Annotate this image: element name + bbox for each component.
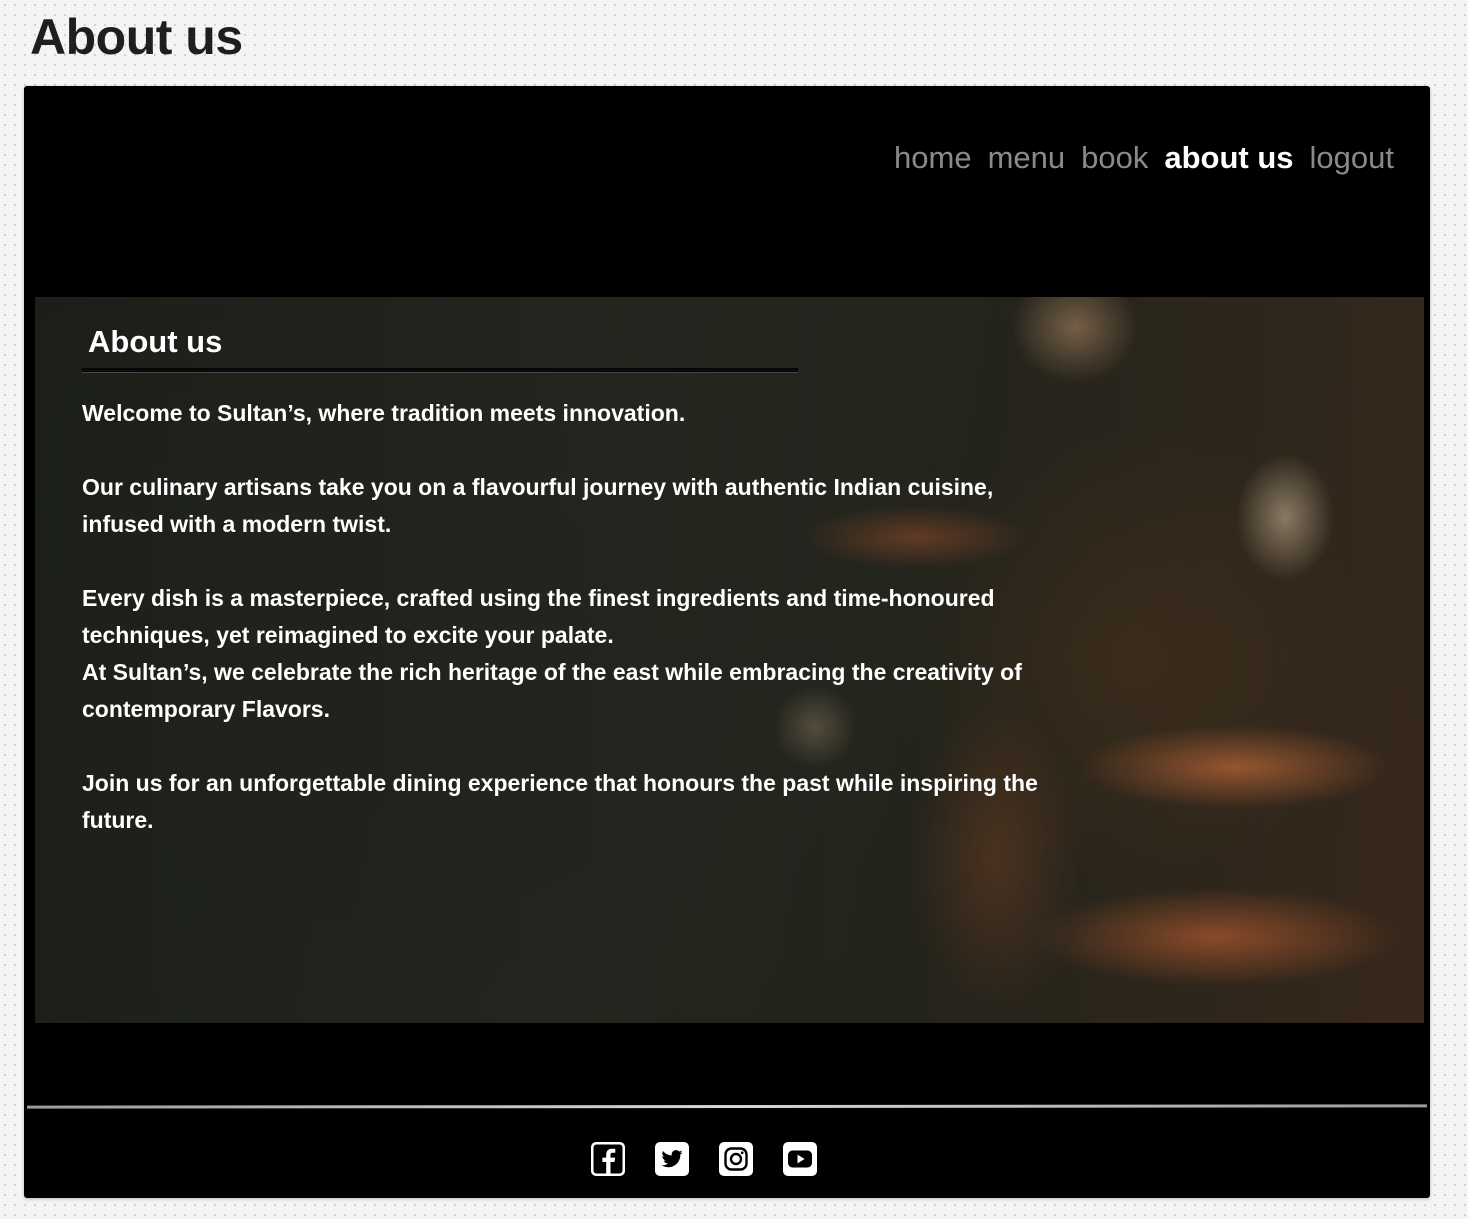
nav-book-link[interactable]: book <box>1081 138 1148 178</box>
about-join-line-1: Join us for an unforgettable dining expe… <box>82 770 1038 796</box>
nav-home-link[interactable]: home <box>894 138 972 178</box>
about-hero-section: About us Welcome to Sultan’s, where trad… <box>35 297 1424 1023</box>
about-heritage-line-1: At Sultan’s, we celebrate the rich herit… <box>82 659 1022 685</box>
about-journey-line-1: Our culinary artisans take you on a flav… <box>82 474 994 500</box>
nav-logout-link[interactable]: logout <box>1310 138 1394 178</box>
nav-about-us-link[interactable]: about us <box>1164 138 1293 178</box>
facebook-icon[interactable] <box>590 1141 626 1177</box>
website-frame: home menu book about us logout About us … <box>24 86 1430 1198</box>
frame-title: About us <box>30 9 243 65</box>
about-join-line-2: future. <box>82 807 154 833</box>
about-content: About us Welcome to Sultan’s, where trad… <box>82 321 1102 839</box>
youtube-icon[interactable] <box>782 1141 818 1177</box>
social-links <box>590 1141 818 1177</box>
about-masterpiece-line-1: Every dish is a masterpiece, crafted usi… <box>82 585 995 611</box>
twitter-icon[interactable] <box>654 1141 690 1177</box>
about-welcome-line: Welcome to Sultan’s, where tradition mee… <box>82 400 686 426</box>
about-masterpiece-line-2: techniques, yet reimagined to excite you… <box>82 622 614 648</box>
about-text: Welcome to Sultan’s, where tradition mee… <box>82 395 1102 839</box>
instagram-icon[interactable] <box>718 1141 754 1177</box>
heading-divider <box>82 368 798 373</box>
about-heritage-line-2: contemporary Flavors. <box>82 696 330 722</box>
about-journey-line-2: infused with a modern twist. <box>82 511 392 537</box>
nav-menu-link[interactable]: menu <box>988 138 1066 178</box>
footer-divider <box>26 1104 1428 1109</box>
main-nav: home menu book about us logout <box>894 138 1394 178</box>
about-heading: About us <box>88 324 223 359</box>
